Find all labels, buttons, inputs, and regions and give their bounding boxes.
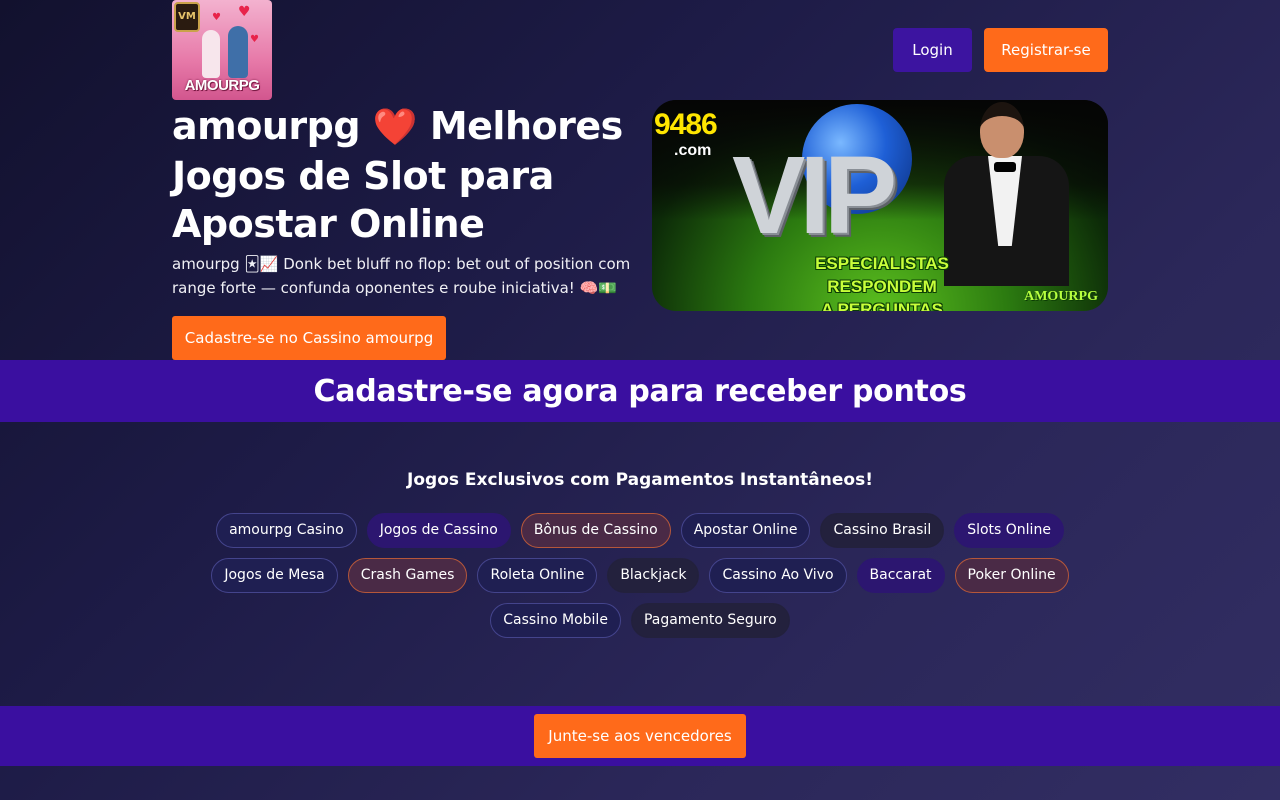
hero-title-brand: amourpg bbox=[172, 104, 361, 148]
game-tag[interactable]: Cassino Brasil bbox=[820, 513, 945, 548]
promo-strip: Cadastre-se agora para receber pontos bbox=[0, 360, 1280, 422]
heart-icon: ♥ bbox=[212, 12, 221, 23]
game-tag[interactable]: Cassino Ao Vivo bbox=[709, 558, 847, 593]
login-button[interactable]: Login bbox=[893, 28, 972, 72]
game-tag[interactable]: Roleta Online bbox=[477, 558, 598, 593]
hero-description: amourpg 🃏📈 Donk bet bluff no flop: bet o… bbox=[172, 255, 631, 297]
game-tag[interactable]: Apostar Online bbox=[680, 513, 811, 548]
game-tag[interactable]: Crash Games bbox=[347, 558, 468, 593]
game-tag[interactable]: Blackjack bbox=[607, 558, 700, 593]
banner-site-number: 9486 bbox=[654, 108, 718, 141]
logo-badge: VM bbox=[174, 2, 200, 32]
banner-vip-text: VIP bbox=[732, 134, 897, 257]
game-tag[interactable]: Bônus de Cassino bbox=[520, 513, 671, 548]
game-tag[interactable]: Pagamento Seguro bbox=[630, 603, 790, 638]
site-logo[interactable]: VM ♥ ♥ ♥ AMOURPG bbox=[172, 0, 272, 100]
games-heading: Jogos Exclusivos com Pagamentos Instantâ… bbox=[407, 470, 873, 490]
register-button[interactable]: Registrar-se bbox=[984, 28, 1108, 72]
banner-site-domain: .com bbox=[674, 142, 712, 159]
game-tag[interactable]: Jogos de Cassino bbox=[366, 513, 511, 548]
banner-caption-line2: A PERGUNTAS FREQUENTES bbox=[821, 300, 943, 311]
vip-banner-image[interactable]: VIP 9486 .com ESPECIALISTAS RESPONDEM A … bbox=[652, 100, 1108, 311]
game-tag[interactable]: Jogos de Mesa bbox=[211, 558, 338, 593]
game-tag[interactable]: Baccarat bbox=[856, 558, 945, 593]
promo-strip-title: Cadastre-se agora para receber pontos bbox=[313, 373, 967, 409]
game-tags-list: amourpg Casino Jogos de Cassino Bônus de C… bbox=[180, 513, 1100, 638]
game-tag[interactable]: amourpg Casino bbox=[216, 513, 357, 548]
banner-caption-line1: ESPECIALISTAS RESPONDEM bbox=[815, 254, 949, 296]
logo-figure-woman bbox=[202, 30, 220, 78]
banner-corner-brand: AMOURPG bbox=[1024, 289, 1098, 304]
heart-icon: ♥ bbox=[250, 34, 259, 45]
game-tag[interactable]: Cassino Mobile bbox=[490, 603, 621, 638]
signup-casino-button[interactable]: Cadastre-se no Cassino amourpg bbox=[172, 316, 446, 360]
join-winners-button[interactable]: Junte-se aos vencedores bbox=[534, 714, 746, 758]
heart-icon: ❤️ bbox=[372, 107, 418, 148]
logo-figure-man bbox=[228, 26, 248, 78]
heart-icon: ♥ bbox=[238, 4, 251, 20]
game-tag[interactable]: Poker Online bbox=[954, 558, 1069, 593]
logo-text: AMOURPG bbox=[184, 77, 260, 94]
game-tag[interactable]: Slots Online bbox=[954, 513, 1064, 548]
bottom-cta-strip: Junte-se aos vencedores bbox=[0, 706, 1280, 766]
hero-title: amourpg ❤️ Melhores Jogos de Slot para A… bbox=[172, 102, 632, 248]
banner-caption: ESPECIALISTAS RESPONDEM A PERGUNTAS FREQ… bbox=[772, 252, 992, 311]
